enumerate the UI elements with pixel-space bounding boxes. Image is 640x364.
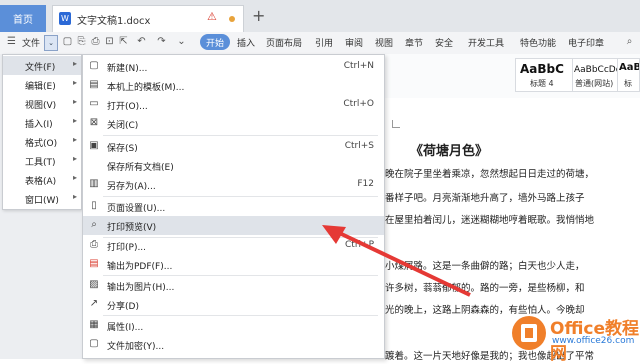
annotation-arrow bbox=[322, 225, 471, 297]
arrow-shaft bbox=[332, 228, 471, 297]
watermark-url: www.office26.com bbox=[552, 336, 635, 346]
office-logo-icon bbox=[521, 324, 537, 342]
watermark-logo-icon bbox=[512, 316, 546, 350]
